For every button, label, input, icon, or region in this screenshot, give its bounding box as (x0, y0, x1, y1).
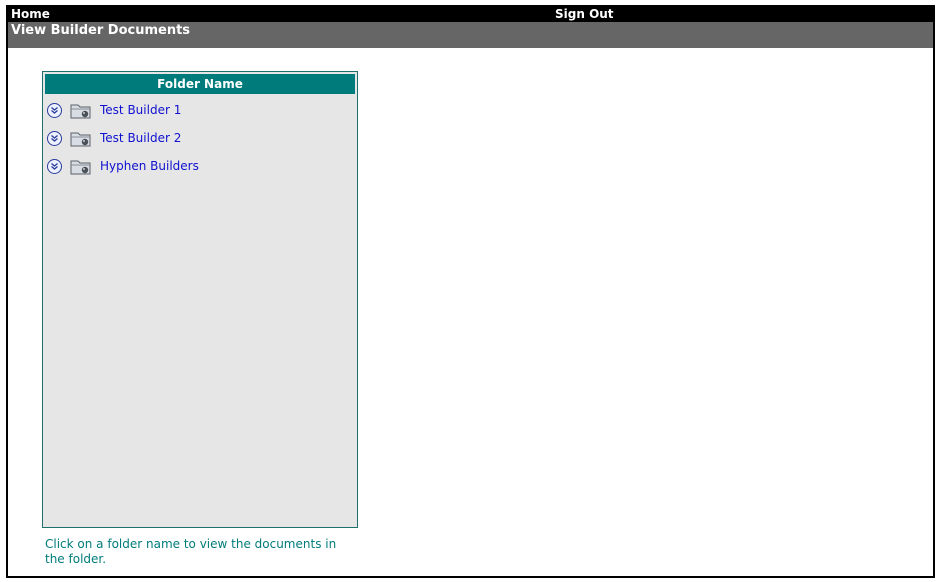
chevron-down-icon (51, 162, 58, 170)
page-title: View Builder Documents (11, 23, 191, 38)
sign-out-link[interactable]: Sign Out (555, 7, 614, 22)
folder-link[interactable]: Test Builder 2 (100, 130, 181, 146)
folder-row: Hyphen Builders (43, 152, 357, 180)
folder-link[interactable]: Hyphen Builders (100, 158, 199, 174)
folder-row: Test Builder 2 (43, 124, 357, 152)
home-link[interactable]: Home (11, 7, 50, 22)
chevron-down-circle-icon[interactable] (47, 102, 62, 118)
top-nav-bar: Home Sign Out (8, 7, 933, 22)
page-frame: Home Sign Out View Builder Documents Fol… (6, 5, 935, 578)
folder-link[interactable]: Test Builder 1 (100, 102, 181, 118)
folder-row: Test Builder 1 (43, 96, 357, 124)
folder-name-header: Folder Name (45, 74, 355, 94)
folder-icon (70, 160, 91, 175)
chevron-down-icon (51, 134, 58, 142)
chevron-down-circle-icon[interactable] (47, 158, 62, 174)
page-title-bar: View Builder Documents (8, 22, 933, 48)
folder-icon (70, 132, 91, 147)
folder-hint-text: Click on a folder name to view the docum… (45, 537, 337, 566)
folder-panel: Folder Name Test Builder 1 Test Builder … (42, 71, 358, 528)
chevron-down-circle-icon[interactable] (47, 130, 62, 146)
chevron-down-icon (51, 106, 58, 114)
folder-icon (70, 104, 91, 119)
